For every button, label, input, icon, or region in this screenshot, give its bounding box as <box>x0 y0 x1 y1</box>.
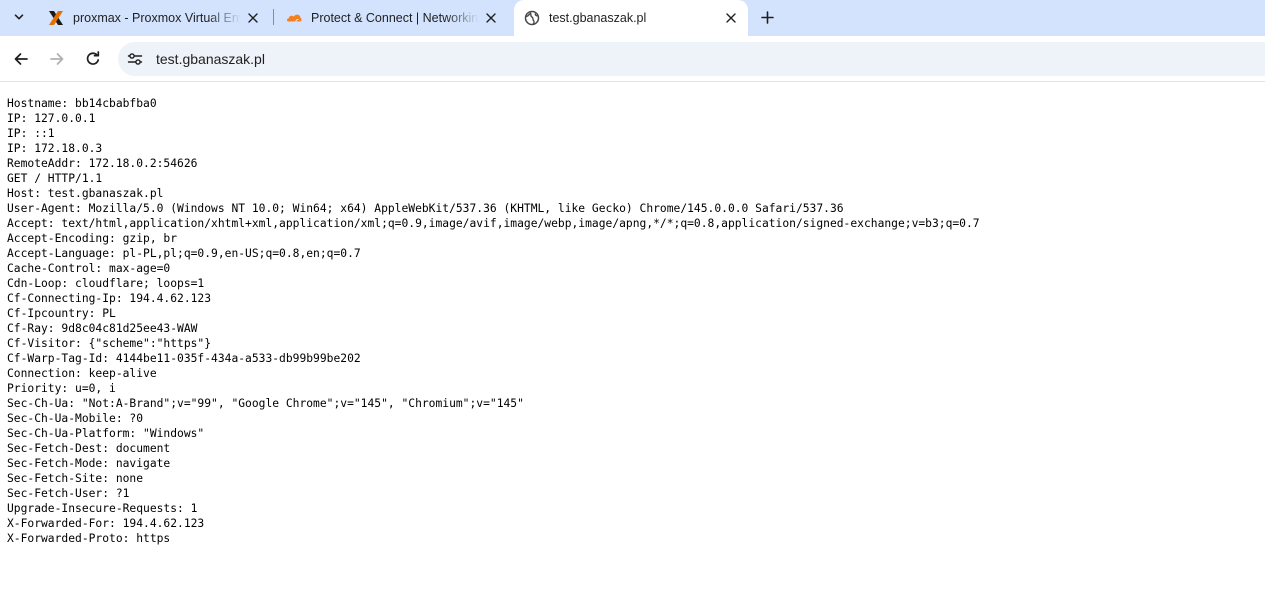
tab-test-gbanaszak[interactable]: test.gbanaszak.pl <box>514 0 748 36</box>
tab-title: Protect & Connect | Networking <box>311 11 479 25</box>
tab-separator <box>273 9 274 25</box>
info-line: Sec-Ch-Ua-Platform: "Windows" <box>7 427 205 440</box>
chevron-down-icon <box>14 14 24 20</box>
tab-cloudflare[interactable]: Protect & Connect | Networking <box>276 4 508 32</box>
page-content: Hostname: bb14cbabfba0 IP: 127.0.0.1 IP: :… <box>7 96 980 546</box>
info-line: Cf-Visitor: {"scheme":"https"} <box>7 337 212 350</box>
info-line: RemoteAddr: 172.18.0.2:54626 <box>7 157 198 170</box>
browser-toolbar: test.gbanaszak.pl <box>0 36 1265 82</box>
tab-proxmox[interactable]: proxmax - Proxmox Virtual Environment <box>38 4 270 32</box>
plus-icon <box>760 10 774 24</box>
tab-title: proxmax - Proxmox Virtual Environment <box>73 11 241 25</box>
info-line: Connection: keep-alive <box>7 367 157 380</box>
cloudflare-icon <box>286 10 302 26</box>
site-info-icon[interactable] <box>123 47 147 71</box>
info-line: Sec-Fetch-Mode: navigate <box>7 457 171 470</box>
info-line: X-Forwarded-For: 194.4.62.123 <box>7 517 205 530</box>
close-tab-icon[interactable] <box>244 9 262 27</box>
info-line: Hostname: bb14cbabfba0 <box>7 97 157 110</box>
reload-icon <box>86 51 100 65</box>
info-line: Sec-Fetch-User: ?1 <box>7 487 130 500</box>
info-line: Cdn-Loop: cloudflare; loops=1 <box>7 277 205 290</box>
tab-search-button[interactable] <box>5 3 33 31</box>
tab-strip: proxmax - Proxmox Virtual Environment Pr… <box>0 0 1265 36</box>
globe-icon <box>524 10 540 26</box>
info-line: Cf-Ipcountry: PL <box>7 307 116 320</box>
info-line: X-Forwarded-Proto: https <box>7 532 171 545</box>
info-line: Accept-Encoding: gzip, br <box>7 232 178 245</box>
forward-button[interactable] <box>43 45 71 73</box>
address-bar[interactable]: test.gbanaszak.pl <box>118 42 1265 76</box>
info-line: Cf-Connecting-Ip: 194.4.62.123 <box>7 292 212 305</box>
info-line: Sec-Fetch-Dest: document <box>7 442 171 455</box>
info-line: Cache-Control: max-age=0 <box>7 262 171 275</box>
reload-button[interactable] <box>79 45 107 73</box>
close-tab-icon[interactable] <box>722 9 740 27</box>
info-line: Sec-Fetch-Site: none <box>7 472 144 485</box>
info-line: Host: test.gbanaszak.pl <box>7 187 164 200</box>
info-line: Sec-Ch-Ua-Mobile: ?0 <box>7 412 144 425</box>
info-line: Accept-Language: pl-PL,pl;q=0.9,en-US;q=… <box>7 247 361 260</box>
info-line: GET / HTTP/1.1 <box>7 172 103 185</box>
info-line: Cf-Ray: 9d8c04c81d25ee43-WAW <box>7 322 198 335</box>
info-line: Upgrade-Insecure-Requests: 1 <box>7 502 198 515</box>
info-line: Accept: text/html,application/xhtml+xml,… <box>7 217 980 230</box>
arrow-right-icon <box>50 53 64 65</box>
proxmox-icon <box>48 10 64 26</box>
back-button[interactable] <box>7 45 35 73</box>
arrow-left-icon <box>14 53 28 65</box>
info-line: IP: 127.0.0.1 <box>7 112 96 125</box>
new-tab-button[interactable] <box>754 4 780 30</box>
info-line: Priority: u=0, i <box>7 382 116 395</box>
info-line: User-Agent: Mozilla/5.0 (Windows NT 10.0… <box>7 202 844 215</box>
tab-title: test.gbanaszak.pl <box>549 11 647 25</box>
close-tab-icon[interactable] <box>482 9 500 27</box>
info-line: IP: 172.18.0.3 <box>7 142 103 155</box>
info-line: IP: ::1 <box>7 127 55 140</box>
request-info: Hostname: bb14cbabfba0 IP: 127.0.0.1 IP: :… <box>7 96 980 546</box>
url-text: test.gbanaszak.pl <box>156 51 265 67</box>
info-line: Cf-Warp-Tag-Id: 4144be11-035f-434a-a533-… <box>7 352 361 365</box>
info-line: Sec-Ch-Ua: "Not:A-Brand";v="99", "Google… <box>7 397 524 410</box>
